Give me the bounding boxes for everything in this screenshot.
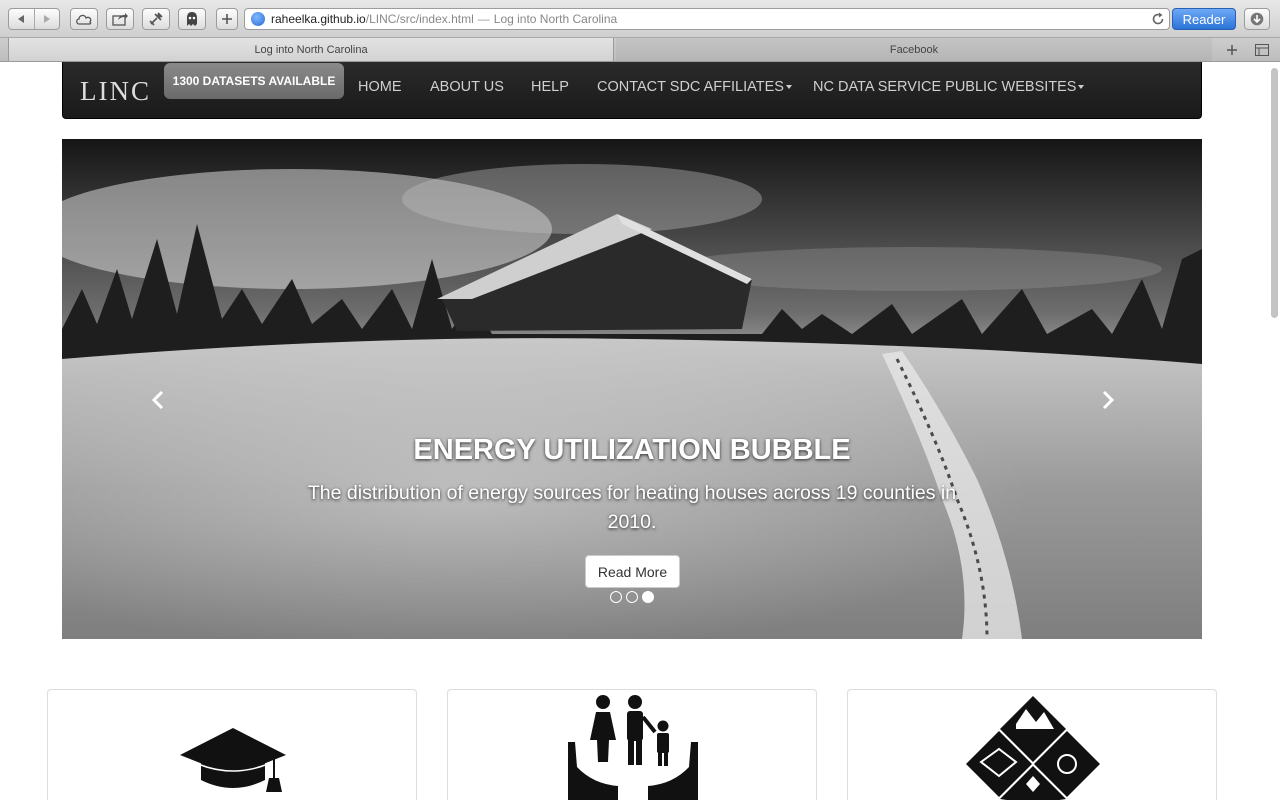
carousel-next-icon[interactable] [1098,389,1118,411]
carousel-prev-icon[interactable] [148,389,168,411]
graduation-cap-icon [180,728,286,792]
browser-tab-bar: Log into North Carolina Facebook [0,38,1280,62]
globe-icon [251,12,265,26]
site-navbar: LINC 1300 DATASETS AVAILABLE HOME ABOUT … [62,62,1202,119]
page-scrollbar[interactable] [1271,68,1278,318]
browser-tab-facebook[interactable]: Facebook [616,38,1212,61]
feature-card-education[interactable] [47,689,417,800]
nav-contact-label: CONTACT SDC AFFILIATES [597,79,784,95]
url-host: raheelka.github.io [271,12,366,26]
carousel-indicator[interactable] [626,591,638,603]
back-icon[interactable] [9,9,34,29]
carousel-caption-title: ENERGY UTILIZATION BUBBLE [413,434,851,466]
forward-icon[interactable] [33,9,59,29]
carousel-indicator[interactable] [610,591,622,603]
feature-card-community[interactable] [447,689,817,800]
extension-icon[interactable] [142,8,170,30]
ghostery-icon[interactable] [178,8,206,30]
nav-home[interactable]: HOME [358,79,402,95]
reload-icon[interactable] [1151,12,1165,26]
carousel-indicator-active[interactable] [642,591,654,603]
url-path: /LINC/src/index.html [365,12,474,26]
nav-about-us[interactable]: ABOUT US [430,79,504,95]
download-icon[interactable] [1244,8,1270,30]
carousel-indicators [610,591,658,605]
new-tab-icon[interactable] [1222,40,1242,60]
icloud-icon[interactable] [70,8,98,30]
add-icon[interactable] [216,8,238,30]
hero-carousel: ENERGY UTILIZATION BUBBLE The distributi… [62,139,1202,639]
nature-tiles-icon [966,696,1100,800]
history-nav [8,8,60,30]
reader-button[interactable]: Reader [1172,8,1236,30]
address-bar[interactable]: raheelka.github.io/LINC/src/index.html —… [244,8,1170,30]
family-hands-icon [568,695,698,800]
nav-contact-sdc-affiliates[interactable]: CONTACT SDC AFFILIATES [597,79,792,95]
nav-nc-data-label: NC DATA SERVICE PUBLIC WEBSITES [813,79,1077,95]
url-separator: — [477,12,490,26]
nav-help[interactable]: HELP [531,79,569,95]
carousel-caption-text: The distribution of energy sources for h… [307,482,957,533]
tab-list-icon[interactable] [1252,40,1272,60]
share-icon[interactable] [106,8,134,30]
browser-toolbar: raheelka.github.io/LINC/src/index.html —… [0,0,1280,38]
browser-tab-active[interactable]: Log into North Carolina [8,38,614,61]
site-brand[interactable]: LINC [80,76,151,107]
read-more-button[interactable]: Read More [585,555,680,588]
feature-card-environment[interactable] [847,689,1217,800]
url-page-title: Log into North Carolina [493,12,618,26]
caret-down-icon [785,85,792,90]
nav-nc-data-service[interactable]: NC DATA SERVICE PUBLIC WEBSITES [813,79,1085,95]
caret-down-icon [1078,85,1085,90]
datasets-badge[interactable]: 1300 DATASETS AVAILABLE [164,63,344,99]
